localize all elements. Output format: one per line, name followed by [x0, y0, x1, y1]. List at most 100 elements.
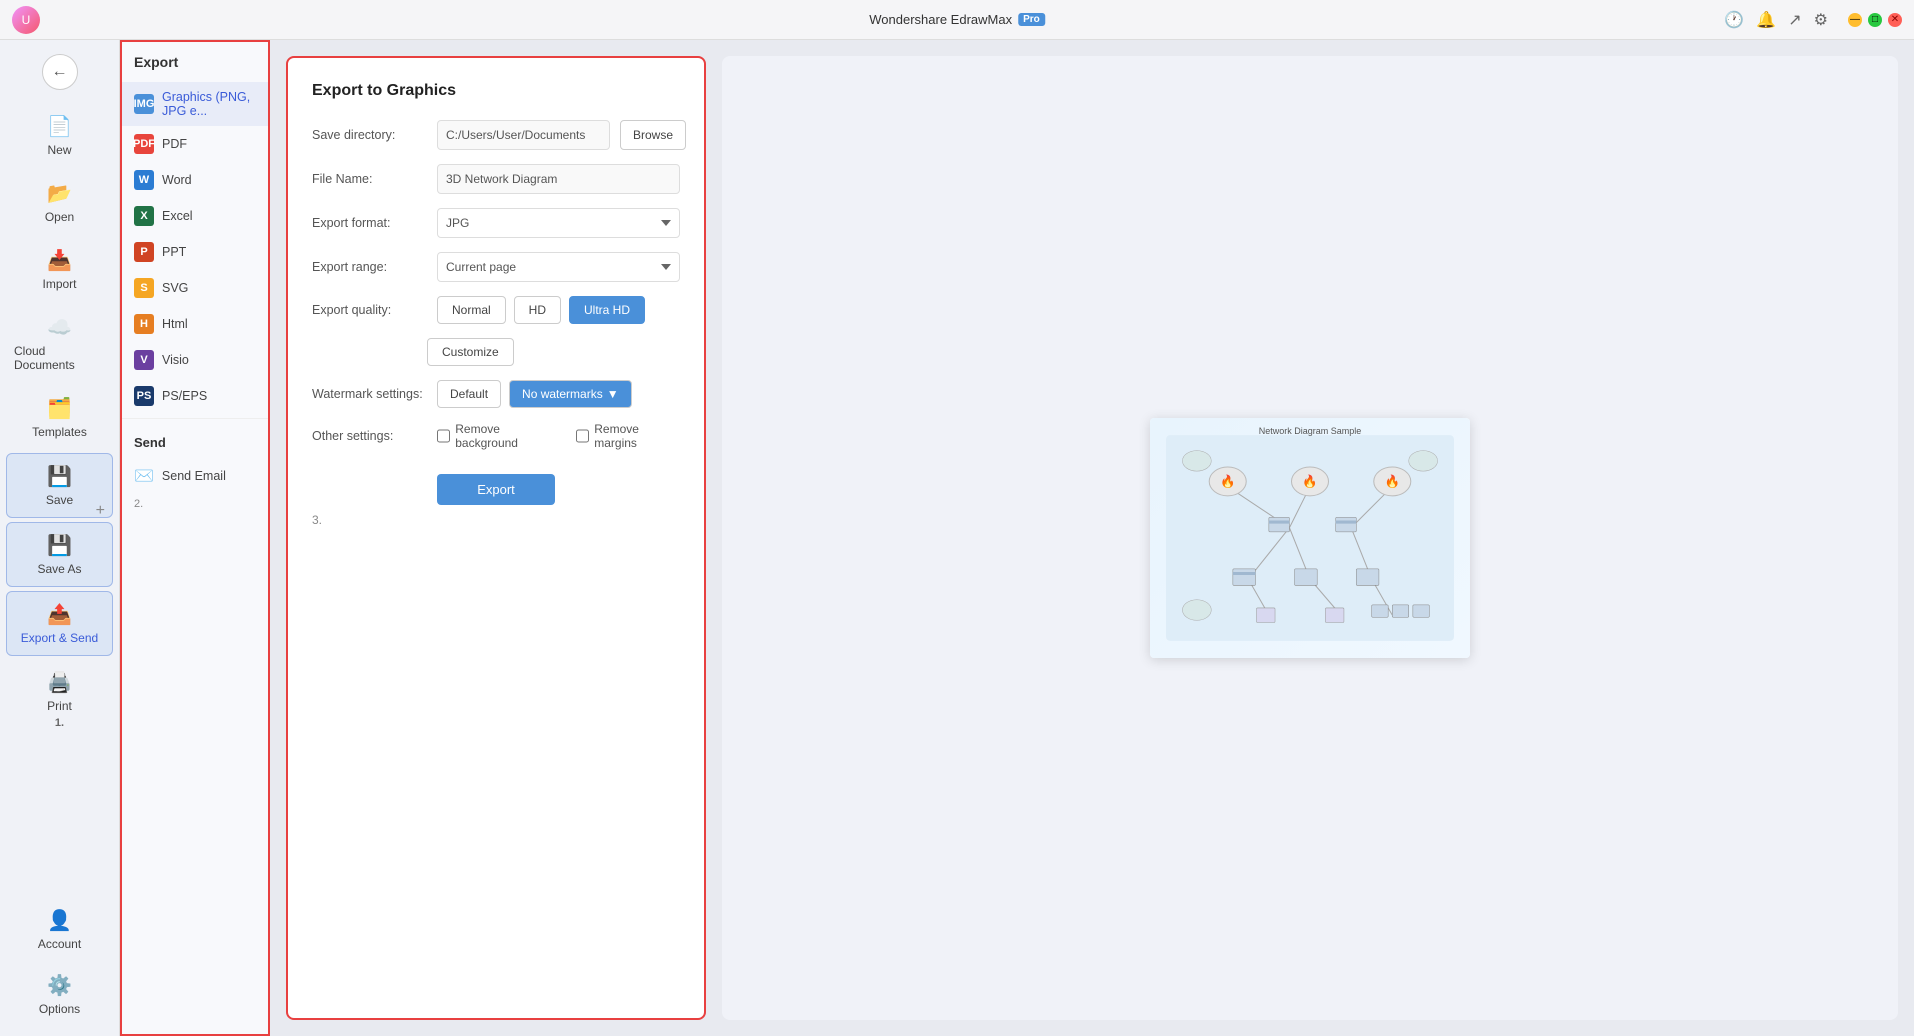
sidebar-item-open-label: Open: [45, 210, 74, 224]
cloud-icon: ☁️: [47, 315, 72, 340]
export-quality-row: Export quality: Normal HD Ultra HD: [312, 296, 680, 324]
quality-ultrahd-button[interactable]: Ultra HD: [569, 296, 645, 324]
new-icon: 📄: [47, 114, 72, 139]
save-directory-label: Save directory:: [312, 128, 427, 142]
sidebar-item-templates[interactable]: 🗂️ Templates: [6, 386, 113, 449]
watermark-dropdown-icon: ▼: [607, 387, 619, 401]
export-type-html[interactable]: H Html: [122, 306, 268, 342]
sidebar-item-saveas-label: Save As: [37, 562, 81, 576]
html-type-icon: H: [134, 314, 154, 334]
export-type-ppt[interactable]: P PPT: [122, 234, 268, 270]
left-sidebar: ← 📄 New + 📂 Open 📥 Import ☁️ Cloud Docum…: [0, 40, 120, 1036]
watermark-none-button[interactable]: No watermarks ▼: [509, 380, 632, 408]
sidebar-item-saveas[interactable]: 💾 Save As: [6, 522, 113, 587]
pdf-type-icon: PDF: [134, 134, 154, 154]
export-range-label: Export range:: [312, 260, 427, 274]
sidebar-item-account[interactable]: 👤 Account: [6, 898, 113, 961]
svg-text:🔥: 🔥: [1220, 474, 1235, 489]
export-type-visio[interactable]: V Visio: [122, 342, 268, 378]
ps-type-icon: PS: [134, 386, 154, 406]
quality-hd-button[interactable]: HD: [514, 296, 561, 324]
close-button[interactable]: ✕: [1888, 13, 1902, 27]
remove-background-checkbox[interactable]: [437, 429, 450, 443]
export-type-ps[interactable]: PS PS/EPS: [122, 378, 268, 414]
export-panel: Export IMG Graphics (PNG, JPG e... PDF P…: [120, 40, 270, 1036]
share-icon[interactable]: ↗: [1788, 10, 1801, 30]
print-icon: 🖨️: [47, 670, 72, 695]
export-type-excel[interactable]: X Excel: [122, 198, 268, 234]
clock-icon[interactable]: 🕐: [1724, 10, 1744, 30]
quality-group: Normal HD Ultra HD: [437, 296, 645, 324]
open-icon: 📂: [47, 181, 72, 206]
sidebar-item-save-label: Save: [46, 493, 73, 507]
sidebar-item-open[interactable]: 📂 Open: [6, 171, 113, 234]
sidebar-item-export-label: Export & Send: [21, 631, 98, 645]
export-type-excel-label: Excel: [162, 209, 193, 223]
export-format-select[interactable]: JPG PNG BMP SVG: [437, 208, 680, 238]
other-settings-label: Other settings:: [312, 429, 427, 443]
customize-row: Customize: [427, 338, 680, 366]
maximize-button[interactable]: □: [1868, 13, 1882, 27]
avatar[interactable]: U: [12, 6, 40, 34]
notification-icon[interactable]: 🔔: [1756, 10, 1776, 30]
watermark-label: Watermark settings:: [312, 387, 427, 401]
svg-type-icon: S: [134, 278, 154, 298]
back-button[interactable]: ←: [42, 54, 78, 90]
remove-background-label: Remove background: [455, 422, 560, 450]
watermark-default-button[interactable]: Default: [437, 380, 501, 408]
remove-margins-checkbox-item[interactable]: Remove margins: [576, 422, 680, 450]
export-format-row: Export format: JPG PNG BMP SVG: [312, 208, 680, 238]
export-type-ps-label: PS/EPS: [162, 389, 207, 403]
sidebar-item-new[interactable]: 📄 New +: [6, 104, 113, 167]
sidebar-item-import[interactable]: 📥 Import: [6, 238, 113, 301]
templates-icon: 🗂️: [47, 396, 72, 421]
export-button[interactable]: Export: [437, 474, 555, 505]
export-type-pdf-label: PDF: [162, 137, 187, 151]
sidebar-item-export[interactable]: 📤 Export & Send: [6, 591, 113, 656]
quality-normal-button[interactable]: Normal: [437, 296, 506, 324]
sidebar-item-print[interactable]: 🖨️ Print 1.: [6, 660, 113, 739]
sidebar-item-templates-label: Templates: [32, 425, 87, 439]
minimize-button[interactable]: —: [1848, 13, 1862, 27]
customize-button[interactable]: Customize: [427, 338, 514, 366]
save-directory-input[interactable]: [437, 120, 610, 150]
export-type-word[interactable]: W Word: [122, 162, 268, 198]
export-type-graphics[interactable]: IMG Graphics (PNG, JPG e...: [122, 82, 268, 126]
file-name-label: File Name:: [312, 172, 427, 186]
export-type-email[interactable]: ✉️ Send Email: [122, 458, 268, 494]
remove-background-checkbox-item[interactable]: Remove background: [437, 422, 560, 450]
export-type-svg[interactable]: S SVG: [122, 270, 268, 306]
export-range-select[interactable]: Current page All pages Selected objects: [437, 252, 680, 282]
export-type-svg-label: SVG: [162, 281, 188, 295]
remove-margins-label: Remove margins: [594, 422, 680, 450]
export-panel-title: Export: [122, 54, 268, 82]
sidebar-item-print-label: Print: [47, 699, 72, 713]
export-type-visio-label: Visio: [162, 353, 189, 367]
remove-margins-checkbox[interactable]: [576, 429, 589, 443]
watermark-row: Watermark settings: Default No watermark…: [312, 380, 680, 408]
export-quality-label: Export quality:: [312, 303, 427, 317]
settings-icon[interactable]: ⚙: [1814, 10, 1828, 30]
svg-text:🔥: 🔥: [1385, 474, 1400, 489]
email-icon: ✉️: [134, 466, 154, 486]
sidebar-item-options[interactable]: ⚙️ Options: [6, 963, 113, 1026]
file-name-row: File Name:: [312, 164, 680, 194]
options-icon: ⚙️: [47, 973, 72, 998]
sidebar-item-options-label: Options: [39, 1002, 80, 1016]
sidebar-item-cloud-label: Cloud Documents: [14, 344, 105, 372]
watermark-none-label: No watermarks: [522, 387, 603, 401]
sidebar-item-cloud[interactable]: ☁️ Cloud Documents: [6, 305, 113, 382]
file-name-input[interactable]: [437, 164, 680, 194]
browse-button[interactable]: Browse: [620, 120, 686, 150]
sidebar-item-new-label: New: [47, 143, 71, 157]
visio-type-icon: V: [134, 350, 154, 370]
send-section-title: Send: [122, 423, 268, 458]
step-2-label: 2.: [122, 494, 268, 514]
preview-diagram-title: Network Diagram Sample: [1259, 426, 1362, 436]
title-bar-center: Wondershare EdrawMax Pro: [869, 12, 1045, 27]
export-type-graphics-label: Graphics (PNG, JPG e...: [162, 90, 256, 118]
network-diagram-svg: 🔥 🔥 🔥: [1166, 430, 1454, 646]
export-type-pdf[interactable]: PDF PDF: [122, 126, 268, 162]
import-icon: 📥: [47, 248, 72, 273]
step-1-label: 1.: [55, 717, 64, 729]
